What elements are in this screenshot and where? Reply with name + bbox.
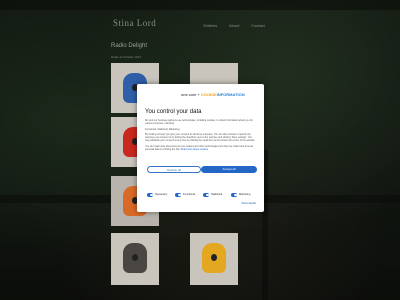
details-text: By clicking 'Accept' you give your conse… <box>145 133 256 142</box>
decline-all-button[interactable]: Decline all <box>147 166 201 173</box>
nav-item-about[interactable]: About <box>229 23 239 28</box>
nav-item-contact[interactable]: Contact <box>251 23 265 28</box>
switch-icon <box>147 193 153 197</box>
consent-toggles: Necessary Functional Statistical Marketi… <box>147 192 259 198</box>
page-heading: Radio Delight <box>111 43 148 49</box>
nav-item-shiteles[interactable]: Shiteles <box>203 23 217 28</box>
cookie-consent-dialog: one.com + COOKIEINFORMATION You control … <box>137 84 264 212</box>
brand-logo: one.com + COOKIEINFORMATION <box>181 92 245 97</box>
gallery-tile-yellow[interactable] <box>190 233 238 285</box>
more-text: You can read more about how we use cooki… <box>145 145 254 151</box>
gallery-tile-grey[interactable] <box>111 233 159 285</box>
switch-icon <box>175 193 181 197</box>
read-more-link[interactable]: Read more about cookies <box>181 148 208 151</box>
intro-text: We and our business partners use technol… <box>145 119 253 125</box>
accept-all-button[interactable]: Accept all <box>201 166 257 173</box>
yellow-radio-image <box>202 243 226 273</box>
switch-icon <box>203 193 209 197</box>
purposes-text: Functional, Statistical, Marketing <box>145 128 180 131</box>
switch-icon <box>231 193 237 197</box>
dialog-title: You control your data <box>145 109 202 115</box>
site-title[interactable]: Stina Lord <box>113 18 156 28</box>
grey-radio-image <box>123 243 147 273</box>
page-subheading: Radio and Radio 2023 <box>111 55 141 59</box>
show-details-link[interactable]: Show details <box>241 202 256 205</box>
